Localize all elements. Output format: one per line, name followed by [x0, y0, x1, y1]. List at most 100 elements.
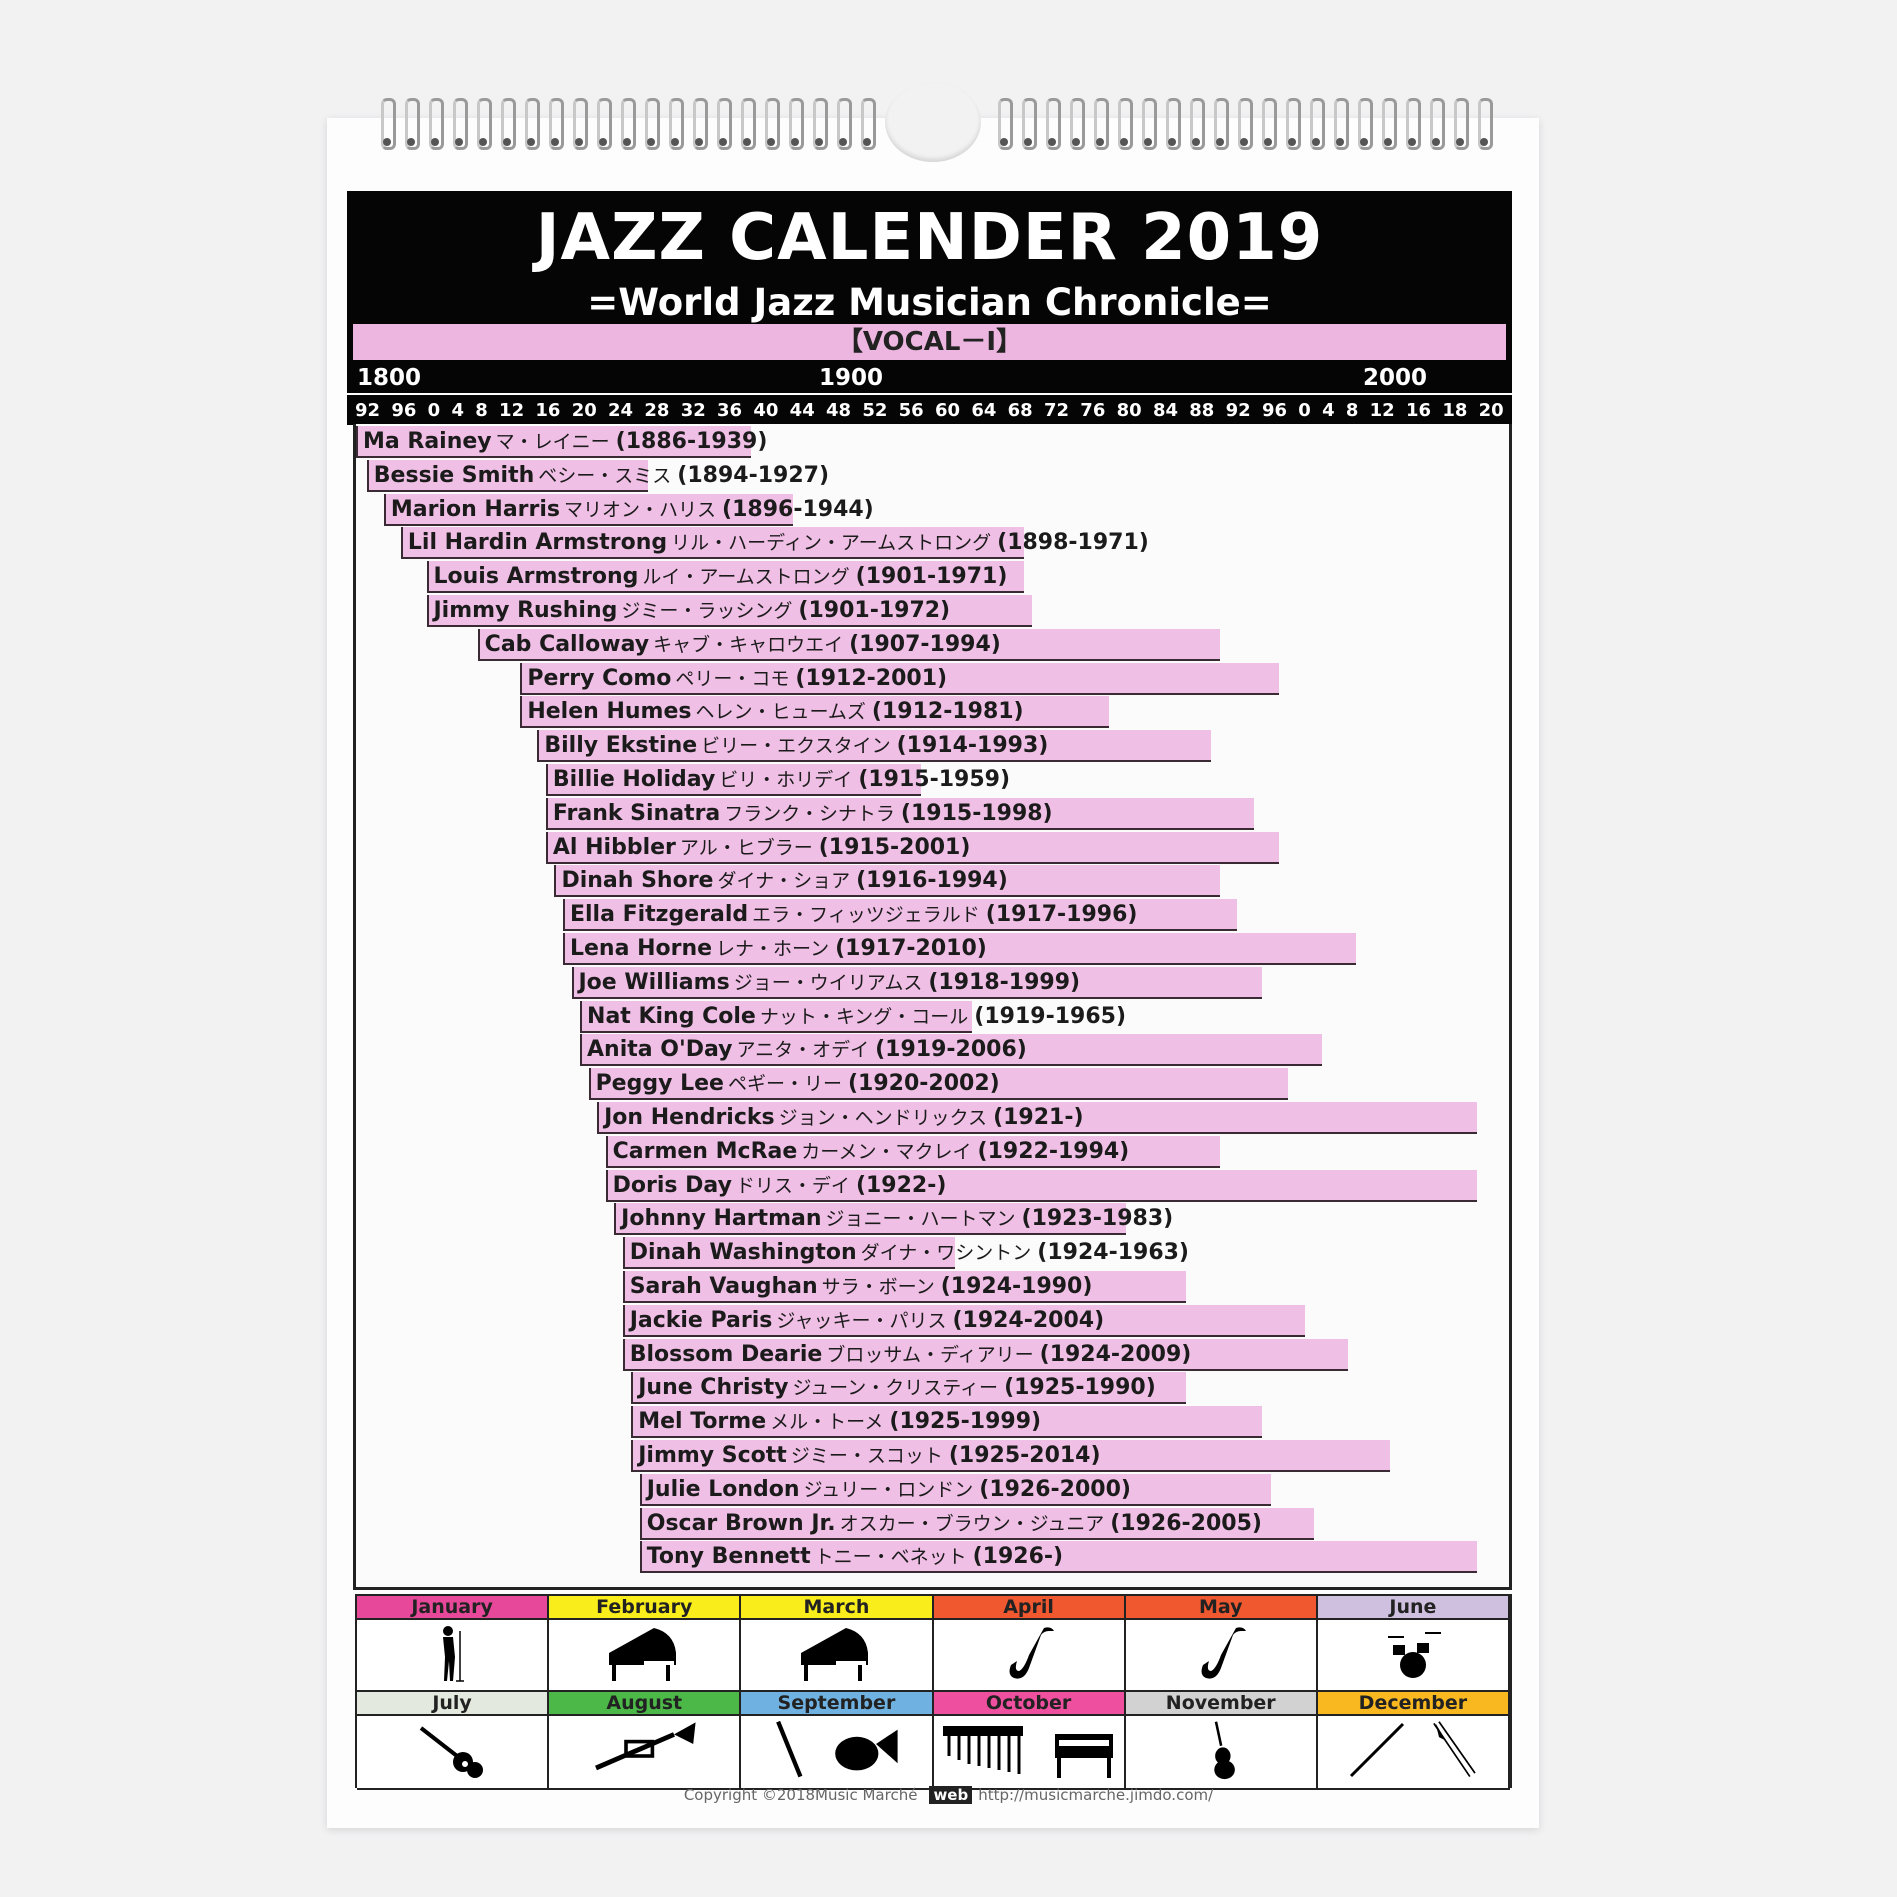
spiral-loop	[1448, 98, 1472, 150]
musician-name-ja: ジュリー・ロンドン	[803, 1478, 974, 1501]
musician-name-ja: レナ・ホーン	[716, 938, 830, 960]
month-image-cell	[1125, 1716, 1318, 1790]
timeline-bar: Lil Hardin Armstrong リル・ハーディン・アームストロング (18…	[400, 527, 1149, 560]
musician-years: (1914-1993)	[896, 733, 1049, 759]
tick-label: 12	[1369, 399, 1395, 421]
bar-label: Sarah Vaughan サラ・ボーン (1924-1990)	[630, 1272, 1093, 1302]
tick-label: 12	[499, 399, 525, 421]
timeline-bar: Jimmy Scott ジミー・スコット (1925-2014)	[631, 1440, 1391, 1472]
musician-name-ja: オスカー・ブラウン・ジュニア	[839, 1512, 1105, 1535]
musician-name: Ella Fitzgerald	[569, 902, 749, 928]
bar-label: Jimmy Rushing ジミー・ラッシング (1901-1972)	[434, 596, 951, 626]
grand-piano-icon	[796, 1623, 876, 1687]
timeline-bar: Marion Harris マリオン・ハリス (1896-1944)	[383, 493, 874, 526]
trombone-icon	[1427, 1720, 1478, 1784]
spiral-loop	[855, 98, 879, 150]
tick-label: 4	[451, 399, 464, 421]
calendar-header: JAZZ CALENDER 2019 =World Jazz Musician …	[347, 191, 1512, 365]
musician-name: Ma Rainey	[363, 429, 492, 454]
musician-name: Oscar Brown Jr.	[646, 1510, 836, 1536]
bar-label: Dinah Washington ダイナ・ワシントン (1924-1963)	[630, 1238, 1189, 1268]
timeline-bar: Nat King Cole ナット・キング・コール (1919-1965)	[580, 1000, 1126, 1033]
year-tick-axis: 92 96 0 4 8 12 16 20 24 28 32 36 40 44 48 52 56 60 64 68 72 7…	[347, 395, 1512, 425]
musician-name-ja: ヘレン・ヒュームズ	[695, 701, 866, 724]
bar-label: Jackie Paris ジャッキー・パリス (1924-2004)	[630, 1306, 1104, 1336]
spiral-loop	[471, 98, 495, 150]
musician-years: (1923-1983)	[1021, 1206, 1174, 1232]
musician-years: (1926-2005)	[1110, 1510, 1262, 1536]
bar-label: Billie Holiday ビリ・ホリデイ (1915-1959)	[553, 765, 1010, 795]
bar-label: Julie London ジュリー・ロンドン (1926-2000)	[647, 1475, 1131, 1505]
spiral-loop	[1304, 98, 1328, 150]
spiral-loop	[687, 98, 711, 150]
century-label-1900: 1900	[819, 365, 884, 391]
spiral-loop	[1064, 98, 1088, 150]
bar-label: Blossom Dearie ブロッサム・ディアリー (1924-2009)	[630, 1340, 1192, 1370]
timeline-bar: Helen Humes ヘレン・ヒュームズ (1912-1981)	[520, 696, 1109, 729]
musician-name: Tony Bennett	[646, 1544, 811, 1570]
musician-name-ja: ジミー・スコット	[790, 1445, 943, 1467]
musician-name: Lena Horne	[569, 936, 713, 961]
month-image-cell	[1125, 1620, 1318, 1692]
timeline-bar: Louis Armstrong ルイ・アームストロング (1901-1971)	[426, 561, 1024, 594]
tick-label: 96	[1261, 399, 1287, 421]
musician-name: Sarah Vaughan	[629, 1274, 818, 1299]
bar-label: Peggy Lee ペギー・リー (1920-2002)	[596, 1069, 1000, 1099]
musician-years: (1916-1994)	[856, 868, 1008, 894]
musician-name-ja: トニー・ベネット	[814, 1546, 967, 1569]
web-badge: web	[929, 1786, 973, 1804]
spiral-loop	[1472, 98, 1496, 150]
website-link[interactable]: http://musicmarche.jimdo.com/	[978, 1786, 1213, 1804]
spiral-loop	[1256, 98, 1280, 150]
bar-label: Al Hibbler アル・ヒブラー (1915-2001)	[553, 833, 971, 863]
spiral-loop	[543, 98, 567, 150]
musician-years: (1918-1999)	[928, 969, 1081, 995]
timeline-bar: Mel Torme メル・トーメ (1925-1999)	[631, 1406, 1263, 1439]
spiral-loop	[1328, 98, 1352, 150]
spiral-loop	[735, 98, 759, 150]
tick-label: 16	[535, 399, 561, 421]
musician-years: (1896-1944)	[722, 496, 874, 522]
timeline-bar: Ma Rainey マ・レイニー (1886-1939)	[356, 426, 767, 458]
spiral-binding-left	[375, 98, 879, 150]
electric-piano-icon	[1049, 1720, 1119, 1784]
spiral-loop	[495, 98, 519, 150]
tick-label: 60	[934, 399, 961, 421]
spiral-loop	[447, 98, 471, 150]
month-header-february: February	[549, 1596, 742, 1620]
month-header-july: July	[357, 1692, 550, 1716]
musician-name-ja: ベシー・スミス	[538, 464, 672, 487]
tick-label: 24	[608, 399, 634, 421]
musician-name-ja: ビリー・エクスタイン	[701, 735, 891, 758]
tick-label: 18	[1442, 399, 1468, 421]
clarinet-icon	[773, 1720, 807, 1784]
vibraphone-icon	[939, 1720, 1029, 1784]
musician-name-ja: ナット・キング・コール	[759, 1005, 969, 1028]
musician-name-ja: キャブ・キャロウエイ	[653, 633, 844, 656]
tick-label: 52	[862, 399, 888, 421]
musician-name-ja: フランク・シナトラ	[724, 802, 895, 825]
timeline-bar: Joe Williams ジョー・ウイリアムス (1918-1999)	[571, 966, 1263, 999]
tick-label: 0	[1298, 399, 1311, 421]
tick-label: 0	[427, 399, 441, 421]
timeline-bar: Doris Day ドリス・デイ (1922-)	[605, 1169, 1477, 1202]
musician-name: Bessie Smith	[373, 462, 535, 488]
month-header-august: August	[549, 1692, 742, 1716]
timeline-bar: Dinah Washington ダイナ・ワシントン (1924-1963)	[622, 1237, 1189, 1270]
month-image-cell	[357, 1620, 550, 1692]
category-band: 【VOCAL－Ⅰ】	[353, 324, 1506, 360]
spiral-loop	[567, 98, 591, 150]
musician-name: Joe Williams	[578, 969, 730, 995]
spiral-loop	[591, 98, 615, 150]
month-image-cell	[357, 1716, 550, 1790]
timeline-bar: Johnny Hartman ジョニー・ハートマン (1923-1983)	[614, 1203, 1173, 1236]
bar-label: Nat King Cole ナット・キング・コール (1919-1965)	[587, 1002, 1126, 1032]
month-image-cell	[933, 1716, 1126, 1790]
month-image-cell	[549, 1716, 742, 1790]
musician-years: (1886-1939)	[615, 429, 768, 454]
musician-name-ja: マリオン・ハリス	[564, 498, 717, 521]
month-header-december: December	[1317, 1692, 1510, 1716]
spiral-binding-right	[992, 98, 1496, 150]
month-header-april: April	[933, 1596, 1126, 1620]
musician-name-ja: エラ・フィッツジェラルド	[752, 904, 980, 927]
